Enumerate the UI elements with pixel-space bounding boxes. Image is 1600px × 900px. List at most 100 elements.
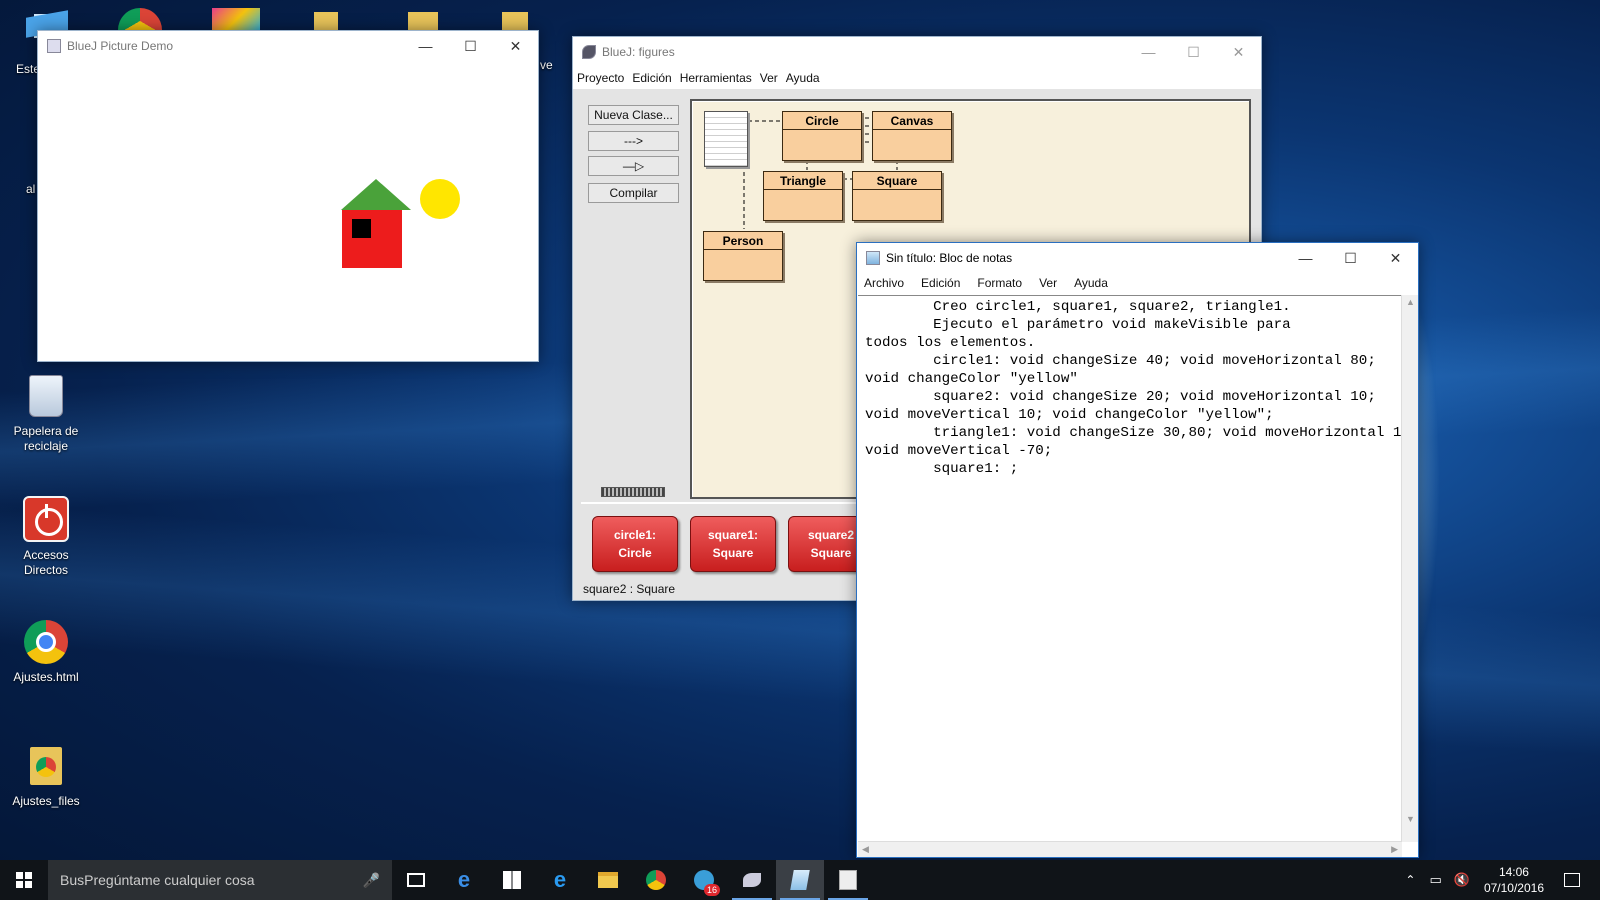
taskbar: Bus Pregúntame cualquier cosa 🎤 e e 16 ⌃… [0, 860, 1600, 900]
search-box[interactable]: Bus Pregúntame cualquier cosa 🎤 [48, 860, 392, 900]
window-title: Sin título: Bloc de notas [886, 251, 1013, 265]
resize-grip[interactable] [601, 487, 665, 497]
scroll-left-arrow-icon[interactable]: ◀ [862, 844, 869, 855]
notepad-icon [790, 870, 810, 890]
inheritance-arrow-button[interactable]: —▷ [588, 156, 679, 176]
compile-button[interactable]: Compilar [588, 183, 679, 203]
class-triangle[interactable]: Triangle [763, 171, 843, 221]
power-icon [22, 496, 70, 544]
edge-icon: e [457, 867, 471, 892]
picture-canvas [38, 61, 538, 361]
chevron-up-icon[interactable]: ⌃ [1405, 873, 1415, 887]
picture-drawing [341, 179, 460, 268]
desktop-icon-label: Ajustes.html [13, 670, 79, 684]
menu-proyecto[interactable]: Proyecto [577, 71, 624, 85]
taskbar-java[interactable] [824, 860, 872, 900]
class-canvas[interactable]: Canvas [872, 111, 952, 161]
volume-muted-icon[interactable]: 🔇 [1454, 872, 1470, 888]
menu-formato[interactable]: Formato [977, 276, 1022, 290]
action-center-icon[interactable] [1564, 873, 1580, 887]
taskbar-edge[interactable]: e [440, 860, 488, 900]
maximize-button[interactable]: ☐ [1171, 37, 1216, 67]
notepad-icon [866, 251, 880, 265]
class-circle[interactable]: Circle [782, 111, 862, 161]
menu-ver[interactable]: Ver [760, 71, 778, 85]
minimize-button[interactable]: — [1283, 243, 1328, 273]
object-name: square1: [707, 528, 759, 542]
store-icon [503, 871, 521, 889]
microphone-icon[interactable]: 🎤 [363, 872, 380, 889]
maximize-button[interactable]: ☐ [1328, 243, 1373, 273]
desktop-icon-label: Ajustes_files [12, 794, 80, 808]
object-name: circle1: [613, 528, 657, 542]
menu-edicion[interactable]: Edición [921, 276, 960, 290]
menu-ayuda[interactable]: Ayuda [1074, 276, 1108, 290]
notepad-titlebar[interactable]: Sin título: Bloc de notas — ☐ ✕ [857, 243, 1418, 273]
minimize-button[interactable]: — [403, 31, 448, 61]
bluej-menubar: Proyecto Edición Herramientas Ver Ayuda [573, 67, 1261, 89]
java-icon [839, 870, 857, 890]
close-button[interactable]: ✕ [1373, 243, 1418, 273]
menu-edicion[interactable]: Edición [632, 71, 671, 85]
top-icon-app[interactable] [212, 8, 260, 32]
readme-note-icon[interactable] [704, 111, 748, 167]
top-icon-label-ve: ve [540, 58, 553, 72]
task-view-button[interactable] [392, 860, 440, 900]
object-square1[interactable]: square1: Square [690, 516, 776, 572]
vertical-scrollbar[interactable]: ▲ ▼ [1401, 295, 1418, 842]
taskbar-bluej[interactable] [728, 860, 776, 900]
windows-logo-icon [16, 872, 32, 888]
search-prefix: Bus [60, 872, 85, 888]
start-button[interactable] [0, 860, 48, 900]
scroll-up-arrow-icon[interactable]: ▲ [1406, 297, 1415, 307]
bluej-titlebar[interactable]: BlueJ: figures — ☐ ✕ [573, 37, 1261, 67]
class-name: Canvas [873, 112, 951, 130]
dependency-arrow-button[interactable]: ---> [588, 131, 679, 151]
network-icon[interactable]: ▭ [1429, 872, 1441, 888]
status-bar: square2 : Square [583, 582, 676, 596]
taskbar-telegram[interactable]: 16 [680, 860, 728, 900]
desktop-icon-ajustes-html[interactable]: Ajustes.html [0, 618, 92, 685]
desktop-icon-recycle-bin[interactable]: Papelera de reciclaje [0, 372, 92, 454]
desktop-icon-accesos-directos[interactable]: Accesos Directos [0, 496, 92, 578]
desktop-icon-ajustes-files[interactable]: Ajustes_files [0, 742, 92, 809]
class-name: Square [853, 172, 941, 190]
taskbar-chrome[interactable] [632, 860, 680, 900]
taskbar-explorer[interactable] [584, 860, 632, 900]
new-class-button[interactable]: Nueva Clase... [588, 105, 679, 125]
menu-ayuda[interactable]: Ayuda [786, 71, 820, 85]
taskbar-notepad[interactable] [776, 860, 824, 900]
menu-herramientas[interactable]: Herramientas [680, 71, 752, 85]
class-name: Circle [783, 112, 861, 130]
taskbar-ie[interactable]: e [536, 860, 584, 900]
taskbar-store[interactable] [488, 860, 536, 900]
object-circle1[interactable]: circle1: Circle [592, 516, 678, 572]
notepad-text-area[interactable]: Creo circle1, square1, square2, triangle… [858, 295, 1402, 842]
sun [420, 179, 460, 219]
menu-archivo[interactable]: Archivo [864, 276, 904, 290]
notepad-menubar: Archivo Edición Formato Ver Ayuda [857, 273, 1418, 293]
internet-explorer-icon: e [553, 867, 567, 892]
folder-chrome-icon [22, 742, 70, 790]
recycle-bin-icon [22, 372, 70, 420]
house-wall [342, 210, 402, 268]
class-name: Person [704, 232, 782, 250]
scroll-down-arrow-icon[interactable]: ▼ [1406, 814, 1415, 824]
close-button[interactable]: ✕ [1216, 37, 1261, 67]
class-square[interactable]: Square [852, 171, 942, 221]
object-type: Circle [618, 546, 652, 560]
picture-demo-titlebar[interactable]: BlueJ Picture Demo — ☐ ✕ [38, 31, 538, 61]
minimize-button[interactable]: — [1126, 37, 1171, 67]
clock[interactable]: 14:06 07/10/2016 [1484, 864, 1544, 896]
maximize-button[interactable]: ☐ [448, 31, 493, 61]
house-roof [341, 179, 411, 210]
horizontal-scrollbar[interactable]: ◀ ▶ [858, 841, 1402, 857]
picture-demo-window: BlueJ Picture Demo — ☐ ✕ [37, 30, 539, 362]
desktop-icon-label: Accesos Directos [23, 548, 69, 577]
menu-ver[interactable]: Ver [1039, 276, 1057, 290]
object-type: Square [712, 546, 754, 560]
class-person[interactable]: Person [703, 231, 783, 281]
scroll-right-arrow-icon[interactable]: ▶ [1391, 844, 1398, 855]
desktop-icon-label: Papelera de reciclaje [13, 424, 79, 453]
close-button[interactable]: ✕ [493, 31, 538, 61]
